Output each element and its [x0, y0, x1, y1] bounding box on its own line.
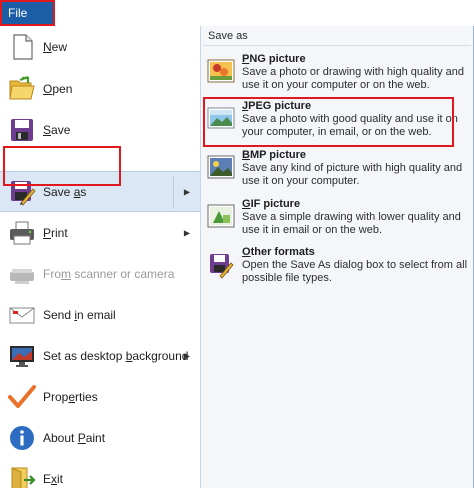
- menu-item-label: Save as: [43, 184, 87, 199]
- menu-item-send-in-email[interactable]: Send in email: [0, 294, 200, 335]
- menu-item-label: Set as desktop background: [43, 348, 189, 363]
- menu-item-label: Open: [43, 81, 73, 96]
- menu-item-label: Print: [43, 225, 68, 240]
- menu-item-label: From scanner or camera: [43, 266, 175, 281]
- submenu-title: Save as: [208, 30, 248, 42]
- option-gif-picture[interactable]: GIF picture Save a simple drawing with l…: [203, 198, 471, 242]
- checkmark-icon: [7, 382, 37, 412]
- menu-item-save-as[interactable]: Save as ▶: [0, 171, 200, 212]
- email-icon: [7, 300, 37, 330]
- menu-item-label: Save: [43, 122, 71, 137]
- info-icon: [7, 423, 37, 453]
- scanner-icon: [7, 259, 37, 289]
- menu-item-label: Exit: [43, 471, 64, 486]
- menu-item-save[interactable]: Save: [0, 109, 200, 150]
- bmp-picture-icon: [207, 154, 235, 182]
- menu-item-label: New: [43, 39, 68, 54]
- option-title: Other formats: [242, 246, 315, 258]
- submenu-arrow-icon: ▶: [183, 187, 190, 196]
- jpeg-picture-icon: [207, 105, 235, 133]
- option-description: Save a photo with good quality and use i…: [242, 113, 458, 138]
- option-title: PNG picture: [242, 53, 306, 65]
- option-title: JPEG picture: [242, 100, 312, 112]
- menu-item-label: Send in email: [43, 307, 116, 322]
- menu-item-from-scanner[interactable]: From scanner or camera: [0, 253, 200, 294]
- option-title: GIF picture: [242, 198, 301, 210]
- option-png-picture[interactable]: PNG picture Save a photo or drawing with…: [203, 53, 471, 97]
- menu-item-properties[interactable]: Properties: [0, 376, 200, 417]
- menu-item-exit[interactable]: Exit: [0, 458, 200, 488]
- submenu-divider: [173, 176, 174, 209]
- menu-item-label: Properties: [43, 389, 98, 404]
- option-description: Save a photo or drawing with high qualit…: [242, 66, 464, 91]
- submenu-arrow-icon: ▶: [183, 351, 190, 360]
- gif-picture-icon: [207, 203, 235, 231]
- submenu-arrow-icon: ▶: [183, 228, 190, 237]
- option-description: Open the Save As dialog box to select fr…: [242, 259, 468, 284]
- desktop-background-icon: [7, 341, 37, 371]
- menu-item-set-desktop-background[interactable]: Set as desktop background ▶: [0, 335, 200, 376]
- printer-icon: [7, 218, 37, 248]
- option-bmp-picture[interactable]: BMP picture Save any kind of picture wit…: [203, 149, 471, 193]
- menu-item-print[interactable]: Print ▶: [0, 212, 200, 253]
- file-tab-label: File: [8, 6, 28, 20]
- menu-item-new[interactable]: New: [0, 26, 200, 67]
- option-other-formats[interactable]: Other formats Open the Save As dialog bo…: [203, 246, 471, 290]
- exit-icon: [7, 464, 37, 488]
- option-jpeg-picture[interactable]: JPEG picture Save a photo with good qual…: [203, 100, 471, 144]
- open-folder-icon: [7, 74, 37, 104]
- menu-item-label: About Paint: [43, 430, 106, 445]
- option-description: Save any kind of picture with high quali…: [242, 162, 463, 187]
- other-formats-icon: [207, 251, 235, 279]
- menu-item-open[interactable]: Open: [0, 68, 200, 109]
- file-menu-commands: New Open Save Save as ▶ Print ▶ From sca…: [0, 26, 201, 488]
- file-tab[interactable]: File: [0, 0, 55, 26]
- floppy-disk-icon: [7, 115, 37, 145]
- option-description: Save a simple drawing with lower quality…: [242, 211, 461, 236]
- new-document-icon: [7, 32, 37, 62]
- save-as-icon: [7, 177, 37, 207]
- png-picture-icon: [207, 58, 235, 86]
- submenu-title-divider: [203, 45, 471, 46]
- menu-item-about-paint[interactable]: About Paint: [0, 417, 200, 458]
- option-title: BMP picture: [242, 149, 306, 161]
